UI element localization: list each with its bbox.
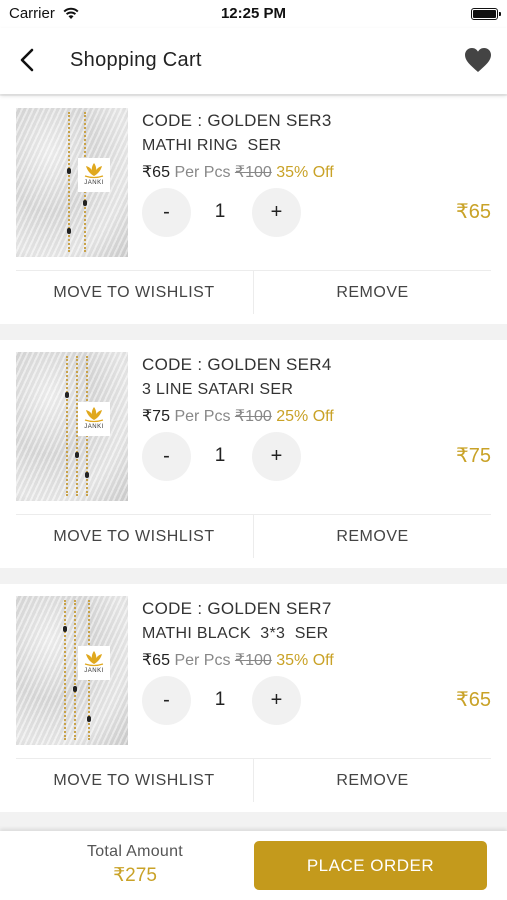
decrease-quantity-button[interactable]: - (142, 188, 191, 237)
discount-badge: 25% Off (276, 408, 334, 425)
product-name: MATHI RING SER (142, 137, 282, 154)
total-amount-label: Total Amount (86, 843, 184, 860)
product-code: CODE : GOLDEN SER3 (142, 111, 332, 130)
line-total: ₹75 (456, 445, 491, 467)
remove-button[interactable]: REMOVE (253, 759, 492, 802)
line-total: ₹65 (456, 201, 491, 223)
heart-icon[interactable] (464, 47, 492, 73)
original-price: ₹100 (234, 652, 272, 669)
discount-badge: 35% Off (276, 652, 334, 669)
move-to-wishlist-button[interactable]: MOVE TO WISHLIST (0, 271, 268, 314)
product-image[interactable]: JANKI (16, 596, 128, 745)
per-unit-label: Per Pcs (174, 652, 231, 669)
page-title: Shopping Cart (70, 49, 202, 71)
product-name: MATHI BLACK 3*3 SER (142, 625, 329, 642)
increase-quantity-button[interactable]: + (252, 188, 301, 237)
remove-button[interactable]: REMOVE (253, 515, 492, 558)
header: Shopping Cart (0, 28, 507, 94)
cart-item: JANKI CODE : GOLDEN SER4 3 LINE SATARI S… (0, 340, 507, 568)
product-code: CODE : GOLDEN SER4 (142, 355, 332, 374)
product-name: 3 LINE SATARI SER (142, 381, 294, 398)
increase-quantity-button[interactable]: + (252, 432, 301, 481)
per-unit-label: Per Pcs (174, 164, 231, 181)
unit-price: ₹65 (142, 164, 170, 181)
quantity-value: 1 (214, 689, 226, 710)
price-line: ₹75 Per Pcs ₹100 25% Off (142, 406, 334, 426)
quantity-value: 1 (214, 445, 226, 466)
brand-logo: JANKI (78, 402, 110, 436)
chevron-left-icon[interactable] (14, 46, 42, 74)
brand-logo-text: JANKI (84, 424, 104, 430)
total-amount-value: ₹275 (113, 865, 157, 886)
clock: 12:25 PM (220, 5, 287, 22)
move-to-wishlist-button[interactable]: MOVE TO WISHLIST (0, 759, 268, 802)
cart-item: JANKI CODE : GOLDEN SER3 MATHI RING SER … (0, 96, 507, 324)
brand-logo-text: JANKI (84, 668, 104, 674)
brand-logo: JANKI (78, 158, 110, 192)
status-bar: Carrier 12:25 PM (0, 0, 507, 28)
lotus-icon (84, 163, 104, 179)
place-order-button[interactable]: PLACE ORDER (254, 841, 487, 890)
decrease-quantity-button[interactable]: - (142, 432, 191, 481)
checkout-bar: Total Amount ₹275 PLACE ORDER (0, 831, 507, 900)
remove-button[interactable]: REMOVE (253, 271, 492, 314)
quantity-value: 1 (214, 201, 226, 222)
per-unit-label: Per Pcs (174, 408, 231, 425)
lotus-icon (84, 407, 104, 423)
product-image[interactable]: JANKI (16, 352, 128, 501)
line-total: ₹65 (456, 689, 491, 711)
brand-logo-text: JANKI (84, 180, 104, 186)
discount-badge: 35% Off (276, 164, 334, 181)
cart-item: JANKI CODE : GOLDEN SER7 MATHI BLACK 3*3… (0, 584, 507, 812)
battery-icon (471, 8, 501, 20)
brand-logo: JANKI (78, 646, 110, 680)
decrease-quantity-button[interactable]: - (142, 676, 191, 725)
price-line: ₹65 Per Pcs ₹100 35% Off (142, 650, 334, 670)
lotus-icon (84, 651, 104, 667)
product-image[interactable]: JANKI (16, 108, 128, 257)
unit-price: ₹65 (142, 652, 170, 669)
move-to-wishlist-button[interactable]: MOVE TO WISHLIST (0, 515, 268, 558)
increase-quantity-button[interactable]: + (252, 676, 301, 725)
unit-price: ₹75 (142, 408, 170, 425)
original-price: ₹100 (234, 164, 272, 181)
original-price: ₹100 (234, 408, 272, 425)
price-line: ₹65 Per Pcs ₹100 35% Off (142, 162, 334, 182)
product-code: CODE : GOLDEN SER7 (142, 599, 332, 618)
